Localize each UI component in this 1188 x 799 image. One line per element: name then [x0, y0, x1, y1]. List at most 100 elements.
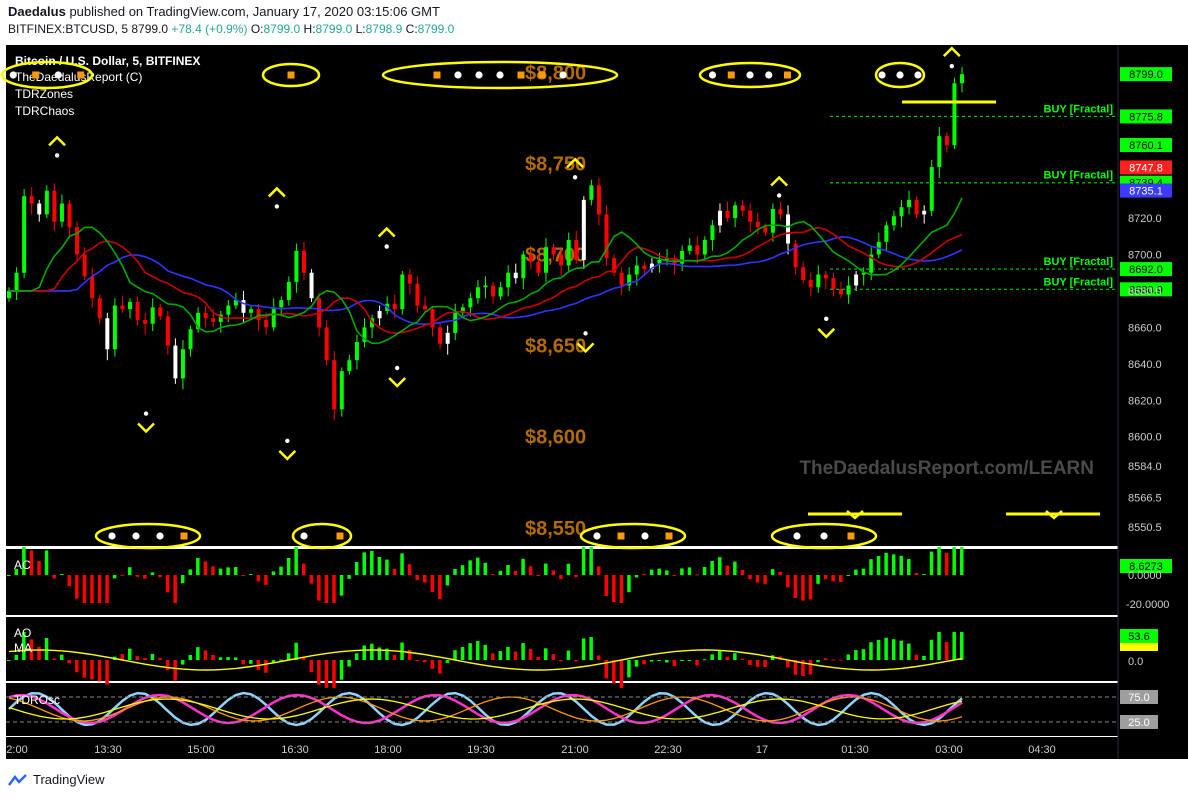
buy-fractal-label: BUY [Fractal]	[1044, 276, 1114, 288]
histogram-bar	[286, 653, 291, 660]
histogram-bar	[407, 649, 412, 660]
signal-dot	[708, 71, 717, 79]
histogram-bar	[407, 564, 412, 575]
candle-body	[929, 167, 934, 211]
y-tick-label: 8640.0	[1128, 359, 1162, 371]
ao-ma-badge	[1120, 643, 1158, 651]
histogram-bar	[14, 654, 19, 660]
price-level-label: $8,750	[525, 153, 586, 175]
candle-body	[37, 203, 42, 215]
candle-body	[44, 190, 49, 215]
candle-body	[377, 310, 382, 319]
histogram-bar	[786, 575, 790, 588]
histogram-bar	[135, 656, 140, 660]
histogram-bar	[173, 660, 177, 681]
histogram-bar	[544, 563, 548, 575]
signal-square	[665, 532, 673, 540]
histogram-bar	[498, 651, 503, 660]
histogram-bar	[75, 660, 79, 673]
histogram-bar	[249, 574, 253, 575]
candle-body	[309, 272, 314, 299]
candle-body	[952, 83, 957, 146]
candle-body	[937, 136, 942, 168]
candle-body	[422, 305, 427, 310]
candle-body	[112, 305, 117, 350]
histogram-bar	[226, 567, 230, 575]
histogram-bar	[612, 660, 616, 684]
buy-fractal-price: 8692.0	[1129, 264, 1163, 276]
histogram-bar	[59, 654, 64, 660]
histogram-bar	[755, 660, 760, 667]
ohlc-high-label: H:	[303, 22, 316, 36]
fractal-up-dot	[949, 63, 955, 69]
candle-body	[551, 247, 556, 255]
candle-body	[687, 245, 692, 251]
candle-body	[445, 332, 450, 344]
candle-body	[347, 360, 352, 372]
candle-body	[105, 318, 110, 350]
fractal-up-dot	[274, 204, 280, 209]
candle-body	[249, 309, 254, 313]
candle-body	[438, 327, 443, 344]
candle-body	[574, 239, 579, 260]
ma-pane-label: MA	[14, 641, 32, 655]
candle-body	[150, 307, 155, 324]
axis-price-badge-text: 8760.1	[1129, 140, 1163, 152]
y-tick-label: 8720.0	[1128, 213, 1162, 225]
histogram-bar	[763, 575, 767, 584]
histogram-bar	[884, 637, 888, 660]
histogram-bar	[173, 575, 177, 603]
x-tick-label: 2:00	[6, 744, 27, 756]
histogram-bar	[67, 575, 72, 587]
ohlc-high: 8799.0	[315, 22, 353, 36]
histogram-bar	[884, 552, 888, 575]
ac-tick: 0.0000	[1128, 570, 1162, 582]
chart-canvas[interactable]: $8,800$8,750$8,700$8,650$8,600$8,550TheD…	[0, 40, 1188, 760]
candle-body	[271, 307, 276, 328]
histogram-bar	[649, 569, 654, 575]
histogram-bar	[226, 657, 230, 660]
histogram-bar	[513, 651, 518, 660]
candle-body	[301, 250, 306, 273]
histogram-bar	[483, 562, 487, 575]
histogram-bar	[559, 660, 563, 662]
histogram-bar	[521, 643, 525, 660]
histogram-bar	[309, 660, 314, 673]
histogram-bar	[362, 552, 366, 575]
signal-dot	[746, 71, 754, 79]
histogram-bar	[717, 557, 722, 575]
histogram-bar	[816, 660, 820, 663]
signal-dot	[820, 532, 828, 540]
histogram-bar	[475, 557, 480, 575]
histogram-bar	[665, 570, 669, 575]
histogram-bar	[370, 551, 374, 575]
histogram-bar	[445, 660, 450, 663]
signal-square	[32, 71, 40, 79]
candle-body	[120, 305, 125, 310]
candle-body	[528, 254, 533, 262]
candle-body	[324, 327, 329, 361]
y-tick-label: 8620.0	[1128, 395, 1162, 407]
ohlc-close: 8799.0	[417, 22, 455, 36]
signal-dot	[54, 71, 62, 79]
histogram-bar	[317, 660, 321, 685]
histogram-bar	[211, 654, 215, 660]
author-name[interactable]: Daedalus	[8, 4, 66, 19]
histogram-bar	[317, 575, 321, 601]
histogram-bar	[596, 566, 601, 575]
candle-body	[831, 278, 836, 290]
candle-body	[286, 281, 291, 301]
candle-body	[755, 221, 760, 228]
histogram-bar	[218, 568, 223, 575]
candle-body	[354, 341, 359, 361]
histogram-bar	[627, 575, 631, 593]
signal-dot	[793, 532, 801, 540]
histogram-bar	[907, 559, 911, 575]
histogram-bar	[37, 646, 41, 660]
histogram-bar	[604, 575, 609, 596]
histogram-bar	[952, 632, 956, 660]
candle-body	[97, 298, 102, 319]
candle-body	[415, 283, 420, 306]
tradingview-logo[interactable]: TradingView	[8, 772, 105, 787]
histogram-bar	[128, 648, 132, 660]
